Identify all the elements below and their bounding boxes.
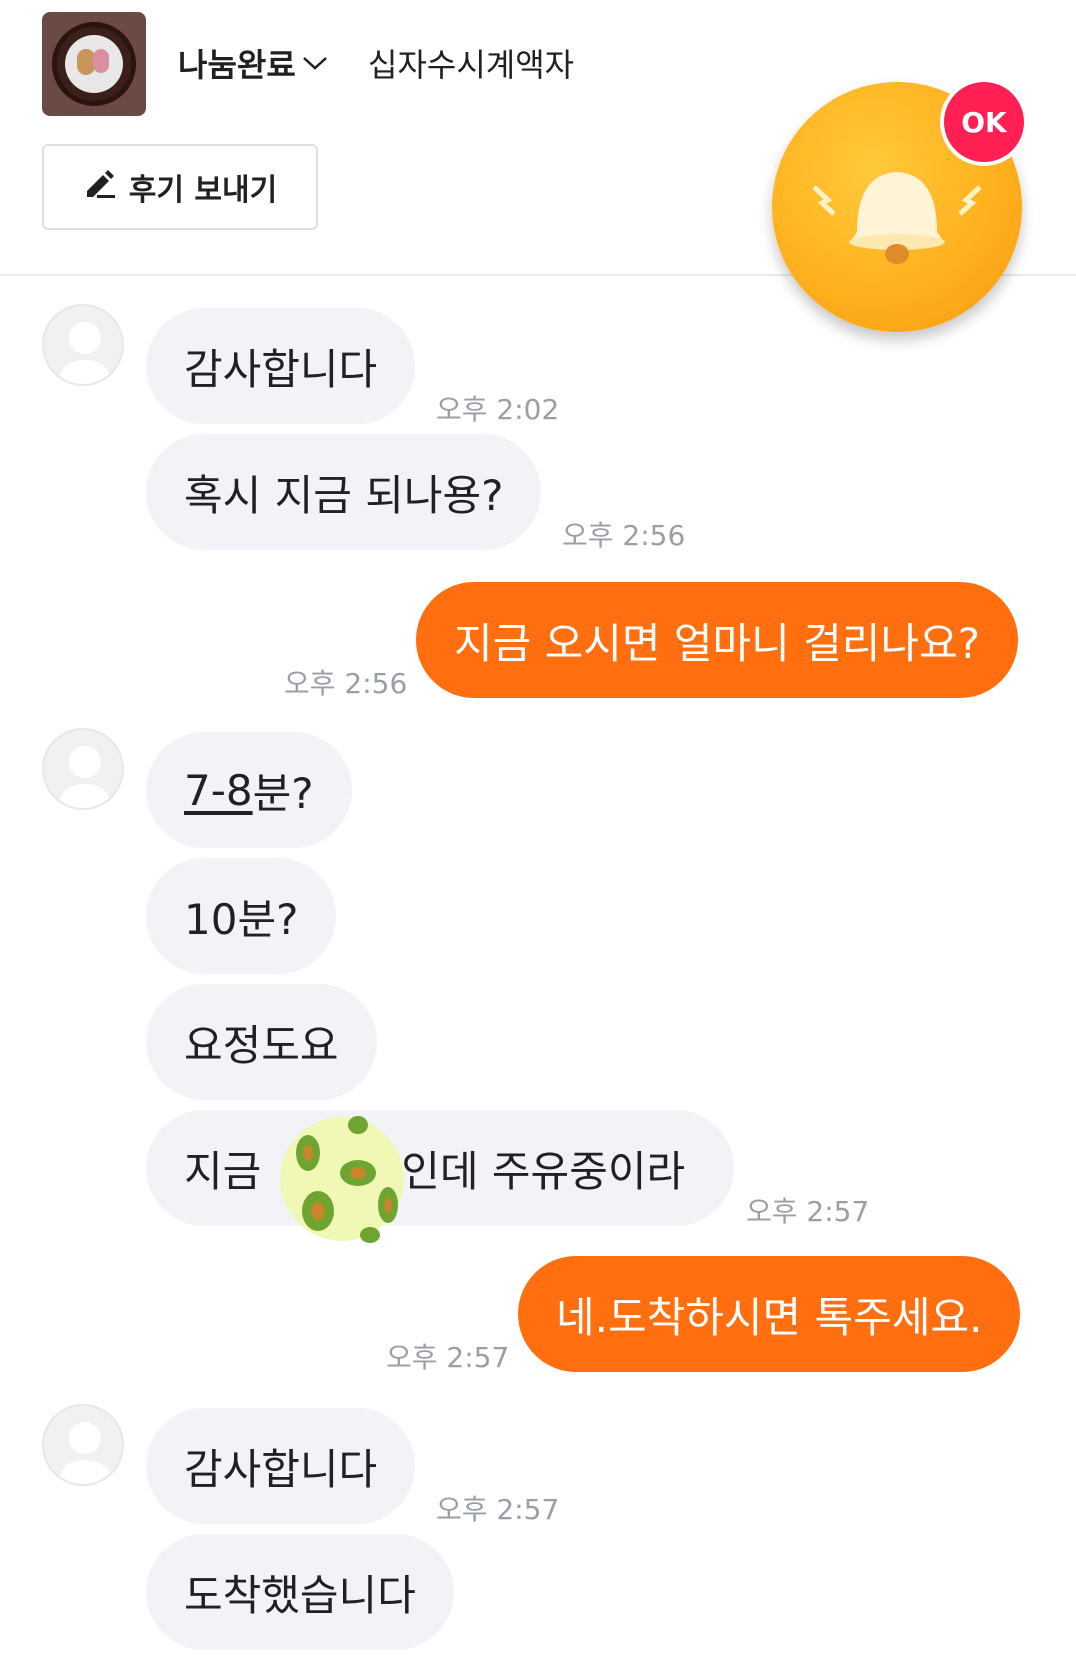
message-time: 오후 2:57	[436, 1493, 560, 1526]
avatar-icon	[58, 1422, 112, 1484]
message-bubble: 지금 인데 주유중이라	[146, 1110, 734, 1226]
message-bubble: 도착했습니다	[146, 1534, 454, 1650]
message-time: 오후 2:57	[746, 1195, 870, 1228]
avatar[interactable]	[42, 304, 124, 386]
message-bubble: 감사합니다	[146, 308, 416, 424]
chevron-down-icon	[302, 48, 328, 78]
message-time: 오후 2:02	[436, 393, 560, 426]
message-time: 오후 2:56	[562, 519, 686, 552]
avatar[interactable]	[42, 728, 124, 810]
clock-image	[52, 22, 136, 106]
message-bubble: 감사합니다	[146, 1408, 416, 1524]
phone-number-link[interactable]: 7-8	[184, 766, 253, 815]
message-bubble-sent: 지금 오시면 얼마니 걸리나요?	[416, 582, 1019, 698]
message-bubble: 혹시 지금 되나용?	[146, 434, 542, 550]
message-bubble: 10분?	[146, 858, 337, 974]
message-bubble-sent: 네.도착하시면 톡주세요.	[518, 1256, 1021, 1372]
send-review-button[interactable]: 후기 보내기	[42, 144, 318, 230]
pencil-icon	[83, 167, 117, 207]
avatar[interactable]	[42, 1404, 124, 1486]
status-dropdown[interactable]: 나눔완료	[178, 40, 328, 86]
send-review-label: 후기 보내기	[128, 173, 278, 208]
item-thumbnail[interactable]	[42, 12, 146, 116]
avatar-icon	[58, 322, 112, 384]
ok-badge: OK	[940, 78, 1028, 166]
message-bubble: 7-8 분?	[146, 732, 352, 848]
message-bubble: 요정도요	[146, 984, 377, 1100]
message-time: 오후 2:57	[386, 1341, 510, 1374]
message-time: 오후 2:56	[284, 667, 408, 700]
avocado-sticker-redaction	[278, 1115, 406, 1243]
status-label: 나눔완료	[178, 46, 296, 84]
item-title: 십자수시계액자	[368, 46, 575, 84]
avatar-icon	[58, 746, 112, 808]
